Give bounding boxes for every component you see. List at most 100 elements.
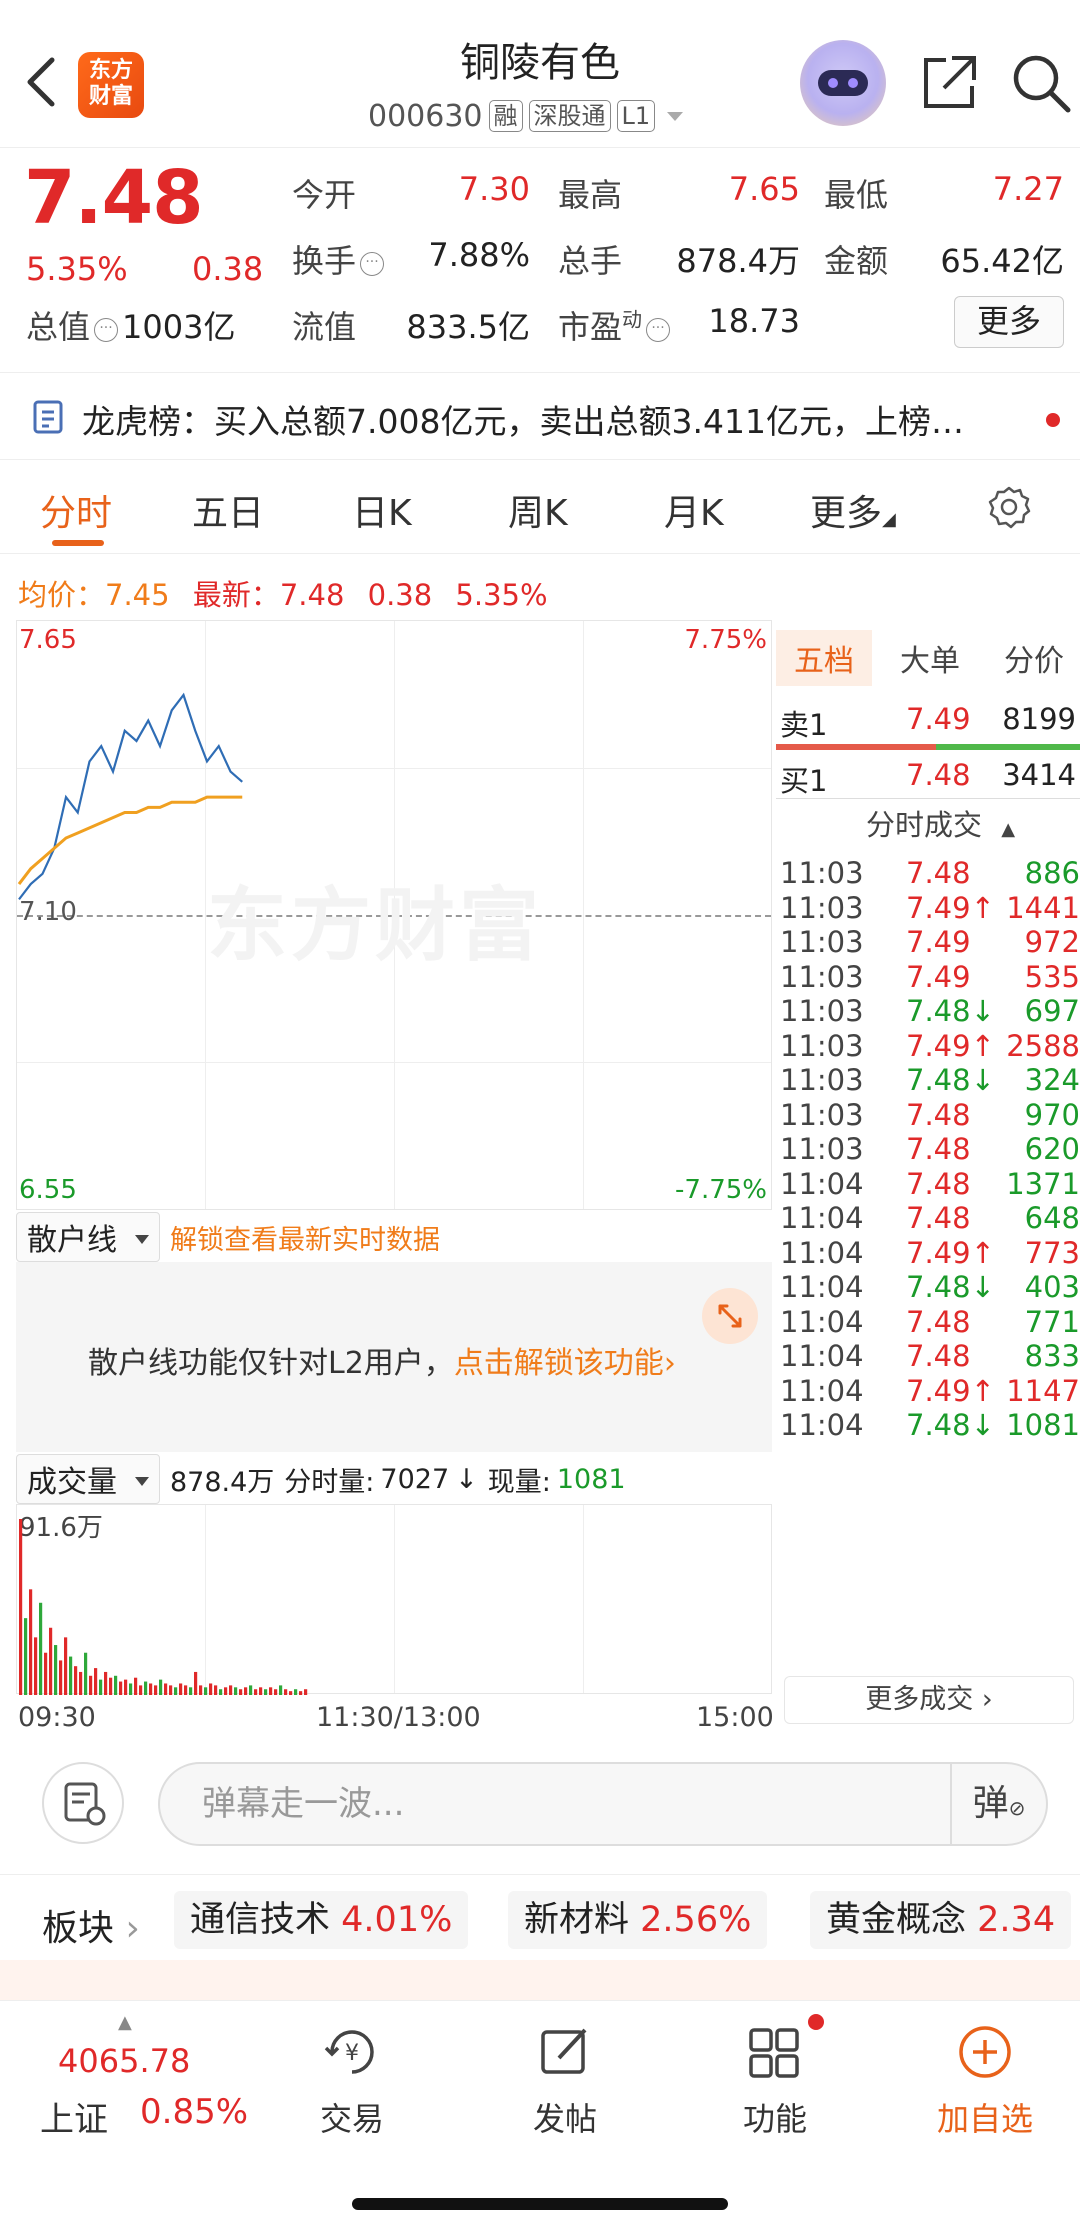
more-trades-button[interactable]: 更多成交 › [784, 1676, 1074, 1724]
sanhu-select[interactable]: 散户线 [16, 1212, 160, 1262]
trade-price: 7.48 [906, 1339, 971, 1373]
tab-intraday[interactable]: 分时 [40, 484, 112, 536]
volume-bar [149, 1683, 153, 1695]
orderbook-panel: 五档 大单 分价 卖1 7.49 8199 买1 7.48 3414 分时成交 … [776, 626, 1080, 1736]
volume-bar [109, 1677, 113, 1695]
sector-chip[interactable]: 新材料 2.56% [508, 1891, 768, 1949]
sector-chip[interactable]: 通信技术 4.01% [174, 1891, 469, 1949]
longhu-banner[interactable]: 龙虎榜：买入总额7.008亿元，卖出总额3.411亿元，上榜… [0, 372, 1080, 460]
volume-bar [99, 1679, 103, 1695]
trade-volume: 1371 [1006, 1166, 1080, 1201]
volume-bar [54, 1645, 58, 1695]
time-axis-start: 09:30 [18, 1702, 96, 1733]
nav-functions[interactable]: 功能 [710, 2094, 840, 2140]
search-icon[interactable] [1010, 52, 1072, 114]
info-dots-icon[interactable]: ··· [360, 252, 385, 276]
tab-large-orders[interactable]: 大单 [900, 636, 960, 680]
volume-bar [94, 1668, 98, 1695]
volume-bar [229, 1685, 233, 1695]
trade-volume: 1081 [1006, 1408, 1080, 1442]
sector-pct: 2.34 [977, 1900, 1056, 1940]
trade-time: 11:04 [780, 1339, 864, 1373]
more-stats-button[interactable]: 更多 [954, 296, 1064, 348]
trade-volume: 648 [1024, 1201, 1080, 1235]
expand-icon[interactable] [702, 1288, 758, 1344]
compose-icon[interactable] [535, 2022, 595, 2082]
dropdown-caret-icon[interactable] [667, 111, 684, 121]
volume-bar [84, 1652, 88, 1695]
sector-name: 新材料 [524, 1900, 630, 1940]
sanhu-unlock-button[interactable]: 点击解锁该功能 [454, 1346, 664, 1381]
nav-add-watchlist[interactable]: 加自选 [920, 2094, 1050, 2140]
volume-bar [189, 1687, 193, 1695]
sanhu-panel-text: 散户线功能仅针对L2用户， [88, 1346, 454, 1381]
now-volume-label: 现量: [487, 1466, 551, 1498]
sell1-price: 7.49 [906, 702, 971, 736]
trade-volume: 970 [1024, 1097, 1080, 1132]
volume-bar [19, 1519, 23, 1695]
sector-pct: 2.56% [640, 1900, 752, 1940]
trade-icon[interactable]: ¥ [322, 2022, 382, 2082]
nav-trade[interactable]: 交易 [287, 2094, 417, 2140]
trade-price: 7.49 [906, 959, 971, 994]
info-dots-icon[interactable]: ··· [94, 318, 119, 342]
sector-label[interactable]: 板块 › [42, 1899, 140, 1951]
sanhu-select-label: 散户线 [27, 1223, 117, 1258]
volume-bar [289, 1691, 293, 1695]
tab-daily-k[interactable]: 日K [352, 484, 412, 536]
index-ticker[interactable]: ▲ 4065.78 上证 0.85% [20, 2012, 250, 2162]
caret-down-icon [135, 1477, 149, 1486]
tab-monthly-k[interactable]: 月K [664, 484, 724, 536]
tag-margin: 融 [488, 100, 523, 132]
trades-title-row[interactable]: 分时成交 ▲ [866, 802, 1015, 844]
nav-post[interactable]: 发帖 [500, 2094, 630, 2140]
index-value: 4065.78 [58, 2042, 191, 2080]
gear-icon[interactable] [986, 484, 1032, 530]
volume-label: 总手 [558, 242, 623, 280]
volume-bar [169, 1685, 173, 1695]
trade-time: 11:04 [780, 1201, 864, 1235]
trade-time: 11:03 [780, 1063, 864, 1097]
robot-assistant-avatar[interactable] [800, 40, 886, 126]
volume-bar [219, 1689, 223, 1695]
float-label: 流值 [292, 308, 357, 346]
volume-bar [284, 1689, 288, 1695]
sector-row: 板块 › 通信技术 4.01% 新材料 2.56% 黄金概念 2.34 [0, 1874, 1080, 1964]
tab-weekly-k[interactable]: 周K [508, 484, 568, 536]
volume-chart[interactable]: 91.6万 [16, 1504, 772, 1695]
trade-row: 11:04 7.48 ↓ 1081 [780, 1408, 1080, 1448]
volume-bar [239, 1689, 243, 1695]
info-dots-icon[interactable]: ··· [646, 318, 671, 342]
document-icon [33, 400, 63, 434]
trade-price: 7.48 ↓ [906, 994, 995, 1028]
trade-volume: 972 [1024, 925, 1080, 959]
grid-apps-icon[interactable] [745, 2022, 805, 2082]
danmu-input[interactable]: 弹幕走一波... [158, 1762, 1048, 1846]
now-volume-value: 1081 [556, 1463, 626, 1495]
volume-bar [59, 1660, 63, 1695]
divider [776, 798, 1080, 799]
trade-volume: 324 [1024, 1063, 1080, 1097]
plus-circle-icon[interactable] [955, 2022, 1015, 2082]
tab-price-distribution[interactable]: 分价 [1004, 636, 1064, 680]
volume-bar [159, 1679, 163, 1695]
trade-time: 11:04 [780, 1373, 864, 1408]
latest-value: 7.48 [279, 578, 345, 612]
volume-select[interactable]: 成交量 [16, 1454, 160, 1504]
latest-label: 最新： [192, 578, 280, 612]
tab-more[interactable]: 更多◢ [810, 484, 896, 536]
sanhu-unlock-link[interactable]: 解锁查看最新实时数据 [170, 1218, 440, 1257]
intraday-chart[interactable]: 东方财富 7.65 7.75% 7.10 6.55 -7.75% [16, 620, 772, 1210]
sector-chip[interactable]: 黄金概念 2.34 [810, 1891, 1072, 1949]
buy-ratio-bar [936, 744, 1080, 750]
price-chart-svg [17, 692, 243, 901]
volume-bar [114, 1675, 118, 1695]
tab-five-day[interactable]: 五日 [192, 484, 264, 536]
tab-five-level[interactable]: 五档 [776, 630, 872, 686]
chevron-right-icon: › [114, 1908, 140, 1949]
danmu-toggle-button[interactable]: 弹⊘ [950, 1764, 1046, 1844]
robot-face-icon [818, 70, 868, 96]
danmu-settings-icon[interactable] [42, 1762, 124, 1844]
chart-tabs: 分时 五日 日K 周K 月K 更多◢ [0, 468, 1080, 554]
share-icon[interactable] [918, 52, 980, 114]
